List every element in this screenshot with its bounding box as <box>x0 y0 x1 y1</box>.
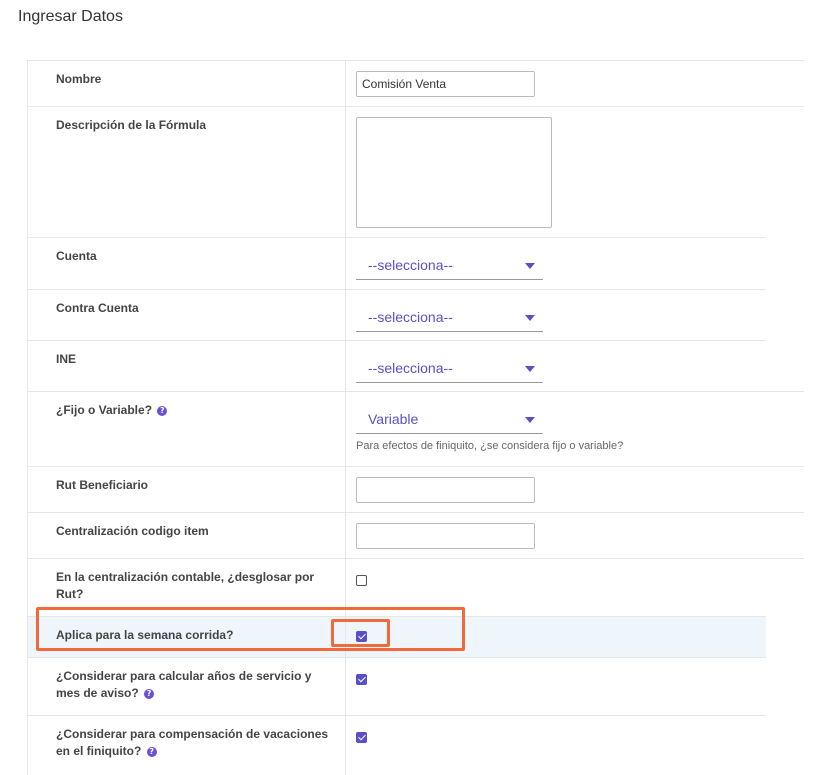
compensacion-vacaciones-checkbox[interactable] <box>356 732 367 743</box>
formula-form: Nombre Descripción de la Fórmula Cuenta … <box>27 60 804 775</box>
question-circle-icon[interactable]: ? <box>157 405 168 416</box>
cuenta-select-value: --selecciona-- <box>368 257 453 273</box>
row-ine: INE --selecciona-- <box>28 340 766 391</box>
row-contra-cuenta: Contra Cuenta --selecciona-- <box>28 289 766 340</box>
centralizacion-item-input[interactable] <box>356 523 535 549</box>
fijo-variable-label-text: ¿Fijo o Variable? <box>56 403 153 417</box>
anos-servicio-label: ¿Considerar para calcular años de servic… <box>28 658 346 715</box>
anos-servicio-checkbox[interactable] <box>356 674 367 685</box>
question-circle-icon[interactable]: ? <box>144 688 155 699</box>
rut-beneficiario-label: Rut Beneficiario <box>28 467 346 512</box>
contra-cuenta-label: Contra Cuenta <box>28 290 346 340</box>
row-cuenta: Cuenta --selecciona-- <box>28 237 766 289</box>
fijo-variable-select[interactable]: Variable <box>356 404 543 434</box>
nombre-label: Nombre <box>28 61 346 106</box>
nombre-input[interactable] <box>356 71 535 97</box>
fijo-variable-select-value: Variable <box>368 411 419 427</box>
centralizacion-item-label: Centralización codigo item <box>28 513 346 558</box>
row-fijo-variable: ¿Fijo o Variable? ? Variable Para efecto… <box>28 391 804 466</box>
row-rut-beneficiario: Rut Beneficiario <box>28 466 804 512</box>
compensacion-vacaciones-label: ¿Considerar para compensación de vacacio… <box>28 716 346 775</box>
highlight-annotation-row <box>36 607 465 651</box>
cuenta-select[interactable]: --selecciona-- <box>356 250 543 280</box>
descripcion-textarea[interactable] <box>356 117 552 228</box>
page-title: Ingresar Datos <box>18 8 123 25</box>
rut-beneficiario-input[interactable] <box>356 477 535 503</box>
fijo-variable-label: ¿Fijo o Variable? ? <box>28 392 346 466</box>
row-compensacion-vacaciones: ¿Considerar para compensación de vacacio… <box>28 715 766 775</box>
question-circle-icon[interactable]: ? <box>146 746 157 757</box>
descripcion-label: Descripción de la Fórmula <box>28 107 346 237</box>
contra-cuenta-select[interactable]: --selecciona-- <box>356 302 543 332</box>
caret-down-icon <box>525 263 535 269</box>
desglosar-rut-checkbox[interactable] <box>356 575 367 586</box>
row-nombre: Nombre <box>28 60 804 106</box>
anos-servicio-label-text: ¿Considerar para calcular años de servic… <box>56 669 312 700</box>
ine-select[interactable]: --selecciona-- <box>356 353 543 383</box>
cuenta-label: Cuenta <box>28 238 346 289</box>
ine-select-value: --selecciona-- <box>368 360 453 376</box>
caret-down-icon <box>525 417 535 423</box>
fijo-variable-help-text: Para efectos de finiquito, ¿se considera… <box>356 440 624 452</box>
row-centralizacion-item: Centralización codigo item <box>28 512 804 558</box>
contra-cuenta-select-value: --selecciona-- <box>368 309 453 325</box>
caret-down-icon <box>525 315 535 321</box>
ine-label: INE <box>28 341 346 391</box>
row-descripcion: Descripción de la Fórmula <box>28 106 804 237</box>
caret-down-icon <box>525 366 535 372</box>
highlight-annotation-checkbox <box>331 619 390 647</box>
row-anos-servicio: ¿Considerar para calcular años de servic… <box>28 657 766 715</box>
compensacion-vacaciones-label-text: ¿Considerar para compensación de vacacio… <box>56 727 329 758</box>
